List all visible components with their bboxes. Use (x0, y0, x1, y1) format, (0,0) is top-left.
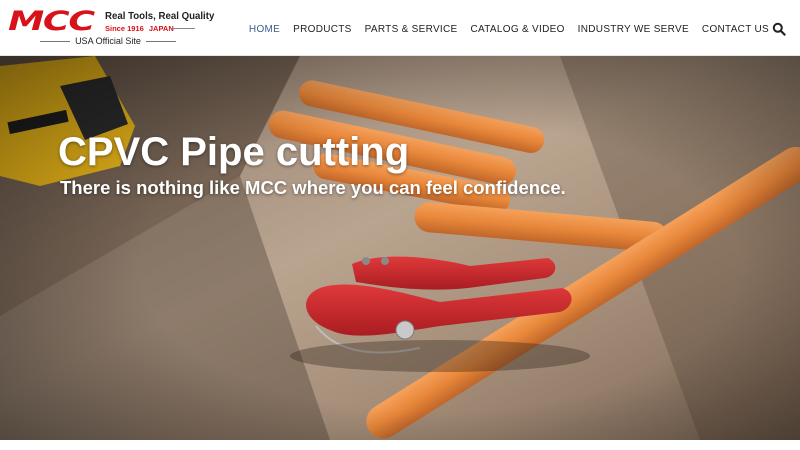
logo-tagline: Real Tools, Real Quality (105, 10, 215, 22)
nav-item-parts-service[interactable]: PARTS & SERVICE (365, 24, 458, 35)
main-nav: HOME PRODUCTS PARTS & SERVICE CATALOG & … (249, 22, 769, 36)
hero-image (0, 56, 800, 440)
site-header: MCC Real Tools, Real Quality Since 1916 … (0, 0, 800, 56)
logo-since: Since 1916 JAPAN (105, 24, 174, 33)
nav-item-home[interactable]: HOME (249, 24, 280, 35)
nav-item-industry[interactable]: INDUSTRY WE SERVE (578, 24, 689, 35)
logo-rule-right (145, 40, 176, 42)
hero-subtitle: There is nothing like MCC where you can … (60, 177, 566, 198)
logo-rule-left (40, 40, 71, 42)
logo-divider (171, 28, 195, 29)
hero-banner: CPVC Pipe cutting There is nothing like … (0, 56, 800, 440)
nav-item-products[interactable]: PRODUCTS (293, 24, 352, 35)
mcc-logo[interactable]: MCC Real Tools, Real Quality Since 1916 … (8, 6, 214, 48)
search-icon[interactable] (772, 22, 786, 36)
logo-site-label: USA Official Site (40, 35, 176, 47)
content-start (0, 440, 800, 450)
nav-item-catalog-video[interactable]: CATALOG & VIDEO (471, 24, 565, 35)
hero-title: CPVC Pipe cutting (58, 130, 410, 174)
logo-wordmark: MCC (8, 6, 95, 37)
nav-item-contact[interactable]: CONTACT US (702, 24, 769, 35)
